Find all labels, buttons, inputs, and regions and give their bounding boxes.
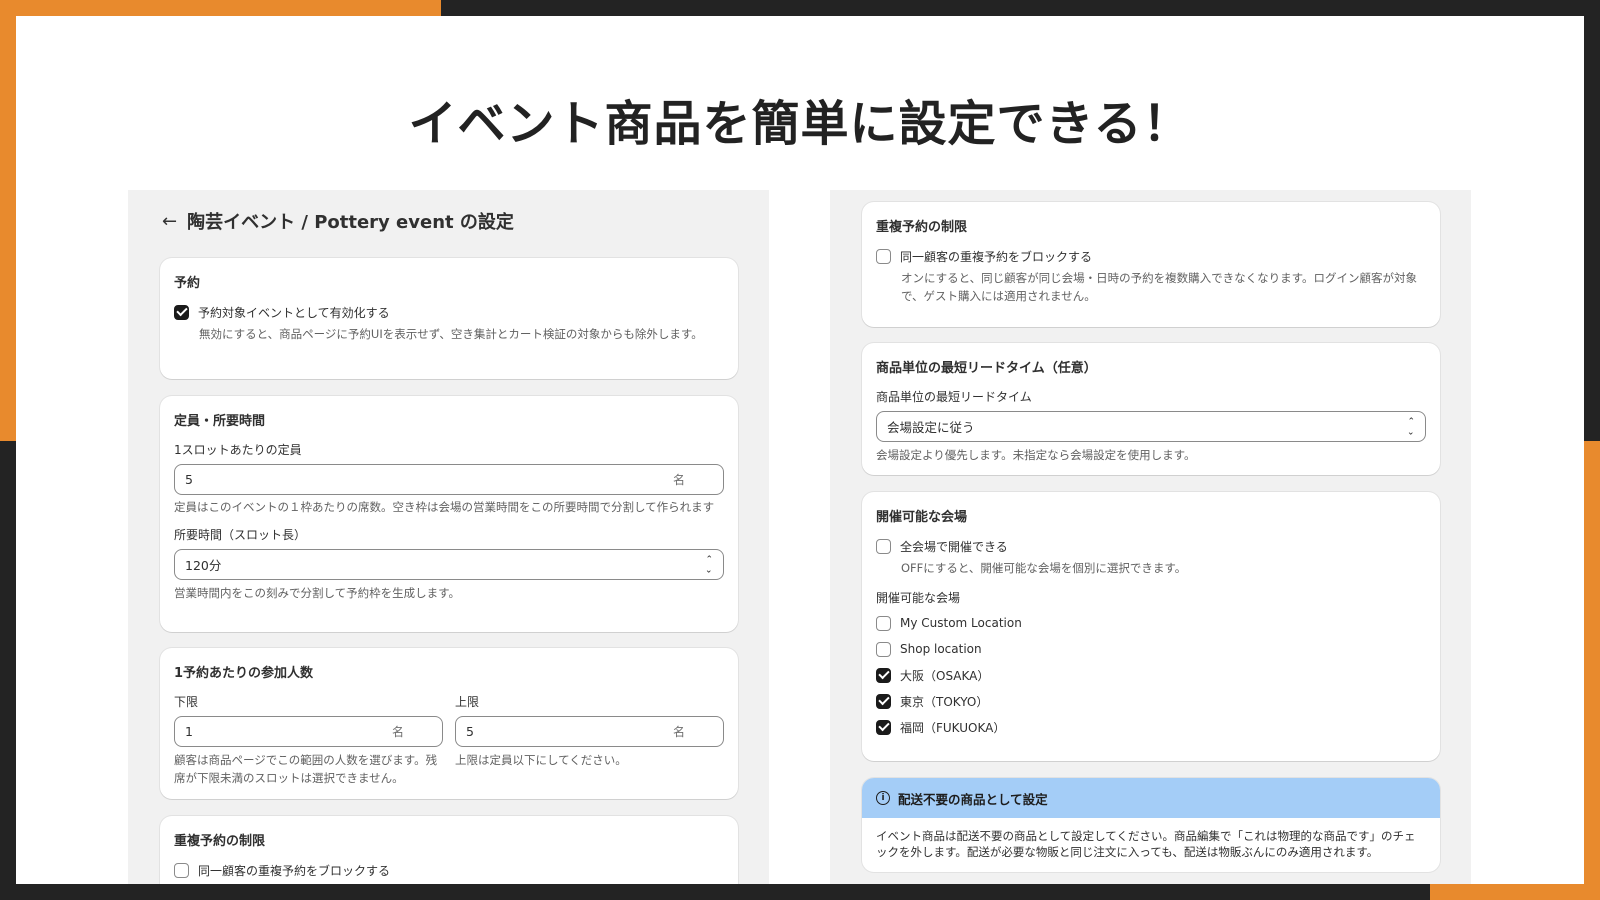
block-duplicate-label-left: 同一顧客の重複予約をブロックする: [198, 863, 391, 878]
checkbox-unchecked-icon[interactable]: [876, 248, 891, 264]
reservation-heading: 予約: [174, 276, 201, 291]
venues-heading: 開催可能な会場: [876, 510, 968, 525]
slot-capacity-input[interactable]: 5 名: [174, 464, 724, 495]
all-venues-label: 全会場で開催できる: [900, 539, 1008, 554]
venue-item[interactable]: 東京（TOKYO）: [876, 692, 1426, 710]
venue-item[interactable]: 福岡（FUKUOKA）: [876, 718, 1426, 736]
shipping-info-banner: i 配送不要の商品として設定 イベント商品は配送不要の商品として設定してください…: [862, 778, 1440, 872]
checkbox-unchecked-icon[interactable]: [174, 862, 189, 878]
settings-panel-right: 重複予約の制限 同一顧客の重複予約をブロックする オンにすると、同じ顧客が同じ会…: [830, 190, 1471, 884]
select-chevron-icon: ⌃ ⌃: [705, 555, 713, 574]
enable-reservation-help: 無効にすると、商品ページに予約UIを表示せず、空き集計とカート検証の対象からも除…: [199, 327, 703, 341]
venue-item[interactable]: Shop location: [876, 640, 1426, 658]
max-party-value: 5: [466, 724, 474, 739]
reservation-card: 予約 予約対象イベントとして有効化する 無効にすると、商品ページに予約UIを表示…: [160, 258, 738, 379]
block-duplicate-label: 同一顧客の重複予約をブロックする: [900, 249, 1093, 264]
min-party-input[interactable]: 1 名: [174, 716, 443, 747]
capacity-heading: 定員・所要時間: [174, 414, 266, 429]
slot-capacity-suffix: 名: [672, 473, 685, 487]
banner-body: イベント商品は配送不要の商品として設定してください。商品編集で「これは物理的な商…: [876, 829, 1416, 859]
venue-label: Shop location: [900, 642, 982, 656]
headline: イベント商品を簡単に設定できる！: [408, 96, 1192, 152]
slide: イベント商品を簡単に設定できる！ ← 陶芸イベント / Pottery even…: [16, 16, 1584, 884]
select-chevron-icon: ⌃ ⌃: [1407, 417, 1415, 436]
duplicate-heading-left: 重複予約の制限: [174, 834, 266, 849]
page-header: ← 陶芸イベント / Pottery event の設定: [162, 208, 514, 234]
enable-reservation-label: 予約対象イベントとして有効化する: [198, 305, 390, 320]
banner-header: i 配送不要の商品として設定: [862, 778, 1440, 818]
page-title: 陶芸イベント / Pottery event の設定: [187, 212, 514, 233]
venue-label: 福岡（FUKUOKA）: [900, 720, 1006, 735]
enable-reservation-checkbox[interactable]: 予約対象イベントとして有効化する: [174, 303, 724, 321]
min-label: 下限: [174, 695, 199, 709]
lead-time-heading: 商品単位の最短リードタイム（任意）: [876, 361, 1097, 376]
lead-time-value: 会場設定に従う: [887, 420, 975, 435]
checkbox-checked-icon[interactable]: [174, 304, 189, 320]
checkbox-unchecked-icon[interactable]: [876, 641, 891, 657]
all-venues-help: OFFにすると、開催可能な会場を個別に選択できます。: [901, 561, 1187, 575]
slot-capacity-value: 5: [185, 472, 193, 487]
block-duplicate-checkbox[interactable]: 同一顧客の重複予約をブロックする: [876, 247, 1426, 265]
slot-capacity-help: 定員はこのイベントの１枠あたりの席数。空き枠は会場の営業時間をこの所要時間で分割…: [174, 500, 715, 514]
max-party-help: 上限は定員以下にしてください。: [455, 753, 627, 767]
max-party-suffix: 名: [672, 725, 685, 739]
checkbox-unchecked-icon[interactable]: [876, 615, 891, 631]
checkbox-unchecked-icon[interactable]: [876, 538, 891, 554]
duplicate-card-left: 重複予約の制限 同一顧客の重複予約をブロックする: [160, 816, 738, 884]
venue-list: My Custom Location Shop location 大阪（OSAK…: [876, 614, 1426, 736]
all-venues-checkbox[interactable]: 全会場で開催できる: [876, 537, 1426, 555]
max-party-input[interactable]: 5 名: [455, 716, 724, 747]
back-arrow-icon[interactable]: ←: [162, 211, 177, 232]
venues-list-label: 開催可能な会場: [876, 591, 961, 605]
party-size-range: 下限 1 名 顧客は商品ページでこの範囲の人数を選びます。残席が下限未満のスロッ…: [174, 693, 724, 787]
checkbox-checked-icon[interactable]: [876, 667, 891, 683]
venue-label: 大阪（OSAKA）: [900, 668, 990, 683]
venue-label: 東京（TOKYO）: [900, 694, 989, 709]
party-size-card: 1予約あたりの参加人数 下限 1 名 顧客は商品ページでこの範囲の人数を選びます…: [160, 648, 738, 799]
max-label: 上限: [455, 695, 480, 709]
slot-capacity-label: 1スロットあたりの定員: [174, 443, 302, 457]
lead-time-card: 商品単位の最短リードタイム（任意） 商品単位の最短リードタイム 会場設定に従う …: [862, 343, 1440, 475]
party-size-heading: 1予約あたりの参加人数: [174, 666, 314, 681]
block-duplicate-help: オンにすると、同じ顧客が同じ会場・日時の予約を複数購入できなくなります。ログイン…: [901, 271, 1417, 303]
duration-label: 所要時間（スロット長）: [174, 528, 307, 542]
venue-item[interactable]: My Custom Location: [876, 614, 1426, 632]
checkbox-checked-icon[interactable]: [876, 719, 891, 735]
venues-card: 開催可能な会場 全会場で開催できる OFFにすると、開催可能な会場を個別に選択で…: [862, 492, 1440, 761]
venue-label: My Custom Location: [900, 616, 1022, 630]
venue-item[interactable]: 大阪（OSAKA）: [876, 666, 1426, 684]
checkbox-checked-icon[interactable]: [876, 693, 891, 709]
duration-help: 営業時間内をこの刻みで分割して予約枠を生成します。: [174, 586, 461, 600]
lead-time-help: 会場設定より優先します。未指定なら会場設定を使用します。: [876, 448, 1196, 462]
block-duplicate-checkbox-left[interactable]: 同一顧客の重複予約をブロックする: [174, 861, 724, 879]
duplicate-heading-right: 重複予約の制限: [876, 220, 968, 235]
lead-time-select[interactable]: 会場設定に従う ⌃ ⌃: [876, 411, 1426, 442]
lead-time-label: 商品単位の最短リードタイム: [876, 390, 1032, 404]
duplicate-card-right: 重複予約の制限 同一顧客の重複予約をブロックする オンにすると、同じ顧客が同じ会…: [862, 202, 1440, 327]
settings-panel-left: ← 陶芸イベント / Pottery event の設定 予約 予約対象イベント…: [128, 190, 769, 884]
duration-value: 120分: [185, 558, 222, 573]
info-icon: i: [876, 791, 890, 805]
min-party-suffix: 名: [391, 725, 404, 739]
banner-title: 配送不要の商品として設定: [898, 791, 1048, 807]
capacity-card: 定員・所要時間 1スロットあたりの定員 5 名 定員はこのイベントの１枠あたりの…: [160, 396, 738, 632]
min-party-help: 顧客は商品ページでこの範囲の人数を選びます。残席が下限未満のスロットは選択できま…: [174, 753, 438, 785]
min-party-value: 1: [185, 724, 193, 739]
duration-select[interactable]: 120分 ⌃ ⌃: [174, 549, 724, 580]
